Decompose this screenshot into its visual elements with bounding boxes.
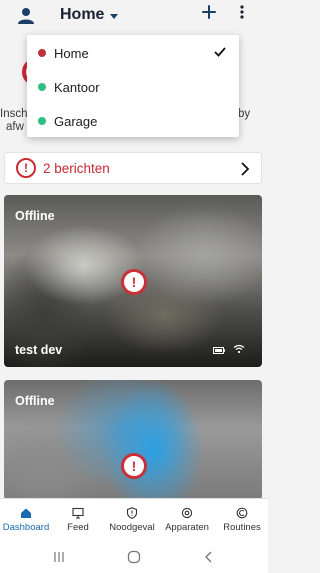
alert-icon: ! (121, 269, 147, 295)
dropdown-item-garage[interactable]: Garage (27, 104, 239, 138)
nav-item-routines[interactable]: Routines (218, 499, 266, 542)
status-dot-icon (38, 83, 46, 91)
dropdown-item-kantoor[interactable]: Kantoor (27, 70, 239, 104)
routine-icon (236, 507, 248, 519)
checkmark-icon (214, 47, 226, 57)
location-selector[interactable]: Home (60, 6, 119, 24)
alert-icon: ! (16, 158, 36, 178)
back-icon[interactable] (203, 550, 213, 564)
bottom-navigation: Dashboard Feed Noodgeval Apparaten Routi… (0, 498, 268, 541)
camera-name: test dev (15, 343, 63, 357)
shield-alert-icon (126, 507, 138, 519)
status-text-right: by (238, 108, 251, 120)
camera-device-icon (181, 507, 193, 519)
status-dot-icon (38, 49, 46, 57)
alert-icon: ! (121, 453, 147, 479)
nav-item-dashboard[interactable]: Dashboard (0, 499, 52, 542)
caret-down-icon (110, 13, 119, 19)
chevron-right-icon (241, 162, 249, 176)
battery-icon (213, 347, 225, 354)
messages-label: 2 berichten (43, 160, 110, 176)
top-bar: Home (0, 0, 268, 34)
recent-apps-icon[interactable] (53, 550, 65, 564)
monitor-icon (72, 507, 84, 519)
home-circle-icon[interactable] (127, 550, 141, 564)
dropdown-item-home[interactable]: Home (27, 36, 239, 70)
kebab-menu-icon[interactable] (236, 2, 248, 22)
camera-status: Offline (15, 209, 55, 223)
location-title: Home (60, 6, 105, 23)
camera-status: Offline (15, 394, 55, 408)
plus-icon[interactable] (199, 2, 219, 22)
system-navigation-bar (0, 541, 268, 573)
camera-card[interactable]: Offline ! (4, 380, 262, 500)
status-text-left: Insch afw (0, 108, 28, 133)
user-icon[interactable] (16, 6, 36, 26)
nav-item-apparaten[interactable]: Apparaten (162, 499, 212, 542)
messages-banner[interactable]: ! 2 berichten (4, 152, 262, 184)
home-icon (21, 508, 31, 518)
nav-item-noodgeval[interactable]: Noodgeval (106, 499, 158, 542)
wifi-icon (233, 344, 245, 354)
status-dot-icon (38, 117, 46, 125)
camera-card[interactable]: Offline ! test dev (4, 195, 262, 367)
location-dropdown: Home Kantoor Garage (27, 35, 239, 137)
nav-item-feed[interactable]: Feed (56, 499, 100, 542)
